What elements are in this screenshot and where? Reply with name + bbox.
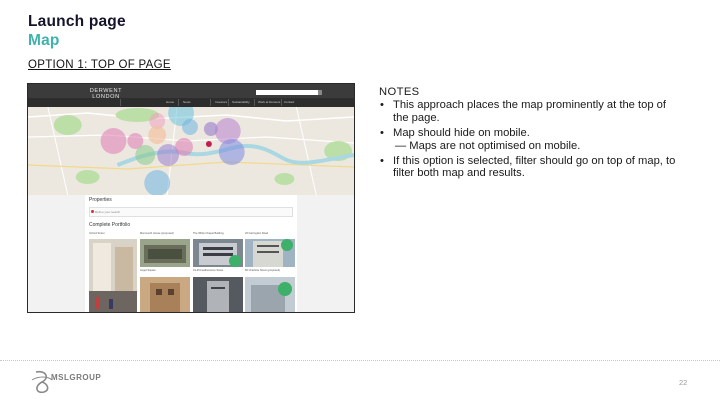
nav-separator xyxy=(228,99,229,106)
map-pin xyxy=(205,141,212,147)
note-item: Map should hide on mobile. xyxy=(379,127,679,140)
filter-icon xyxy=(91,210,94,213)
map-park xyxy=(75,170,100,184)
map-marker xyxy=(218,139,245,165)
map-marker xyxy=(148,126,167,144)
property-photo-monmouth-house xyxy=(140,239,190,267)
note-item: If this option is selected, filter shoul… xyxy=(379,155,679,180)
nav-contact: Contact xyxy=(284,100,295,104)
property-photo-angel-square xyxy=(140,277,190,312)
property-caption: Angel Square xyxy=(140,269,156,272)
search-icon xyxy=(318,90,322,95)
filter-label: Refine your search xyxy=(95,210,121,214)
property-caption: Monmouth House (proposed) xyxy=(140,232,174,235)
option-label: OPTION 1: TOP OF PAGE xyxy=(28,59,171,71)
portfolio-heading: Complete Portfolio xyxy=(89,222,131,228)
website-mockup: DERWENT LONDON Home News Investors Susta… xyxy=(27,83,355,313)
nav-separator xyxy=(281,99,282,106)
nav-separator xyxy=(178,99,179,106)
page-number: 22 xyxy=(679,378,688,387)
slide-title: Launch page xyxy=(28,13,126,30)
properties-panel: Properties Refine your search Complete P… xyxy=(85,195,297,312)
map-marker xyxy=(100,128,127,154)
property-caption: The White Chapel Building xyxy=(193,232,224,235)
note-subitem: — Maps are not optimised on mobile. xyxy=(395,139,581,152)
property-map xyxy=(28,107,354,195)
property-caption: Oxford Street xyxy=(89,232,105,235)
map-marker xyxy=(135,145,156,165)
map-marker xyxy=(182,119,198,135)
properties-heading: Properties xyxy=(89,197,112,203)
map-park xyxy=(53,115,82,135)
brand-wordmark: MSLGROUP xyxy=(51,373,102,382)
map-park xyxy=(274,173,295,185)
footer-divider xyxy=(0,360,720,361)
property-photo-featherstone-street xyxy=(193,277,243,312)
property-photo-white-chapel xyxy=(193,239,243,267)
property-photo-farringdon-road xyxy=(245,239,295,267)
nav-separator xyxy=(210,99,211,106)
note-item: This approach places the map prominently… xyxy=(379,99,679,124)
slide-subtitle: Map xyxy=(28,32,60,49)
property-caption: 20 Farringdon Road xyxy=(245,232,269,235)
nav-work: Work at Derwent xyxy=(258,100,281,104)
nav-separator xyxy=(120,99,121,106)
map-marker xyxy=(175,138,193,156)
nav-investors: Investors xyxy=(215,100,228,104)
property-photo-charlotte-street xyxy=(245,277,295,312)
nav-separator xyxy=(254,99,255,106)
notes-panel: NOTES This approach places the map promi… xyxy=(379,86,679,183)
nav-news: News xyxy=(183,100,191,104)
mockup-nav xyxy=(28,98,354,107)
nav-home: Home xyxy=(166,100,175,104)
property-caption: 80 Charlotte Street (proposed) xyxy=(245,269,281,272)
mockup-search-input xyxy=(256,90,322,95)
property-caption: 19-25 Featherstone Street xyxy=(193,269,224,272)
map-marker xyxy=(144,170,171,195)
notes-heading: NOTES xyxy=(379,86,420,98)
property-photo-oxford-street xyxy=(89,239,137,312)
nav-sustainability: Sustainability xyxy=(232,100,250,104)
